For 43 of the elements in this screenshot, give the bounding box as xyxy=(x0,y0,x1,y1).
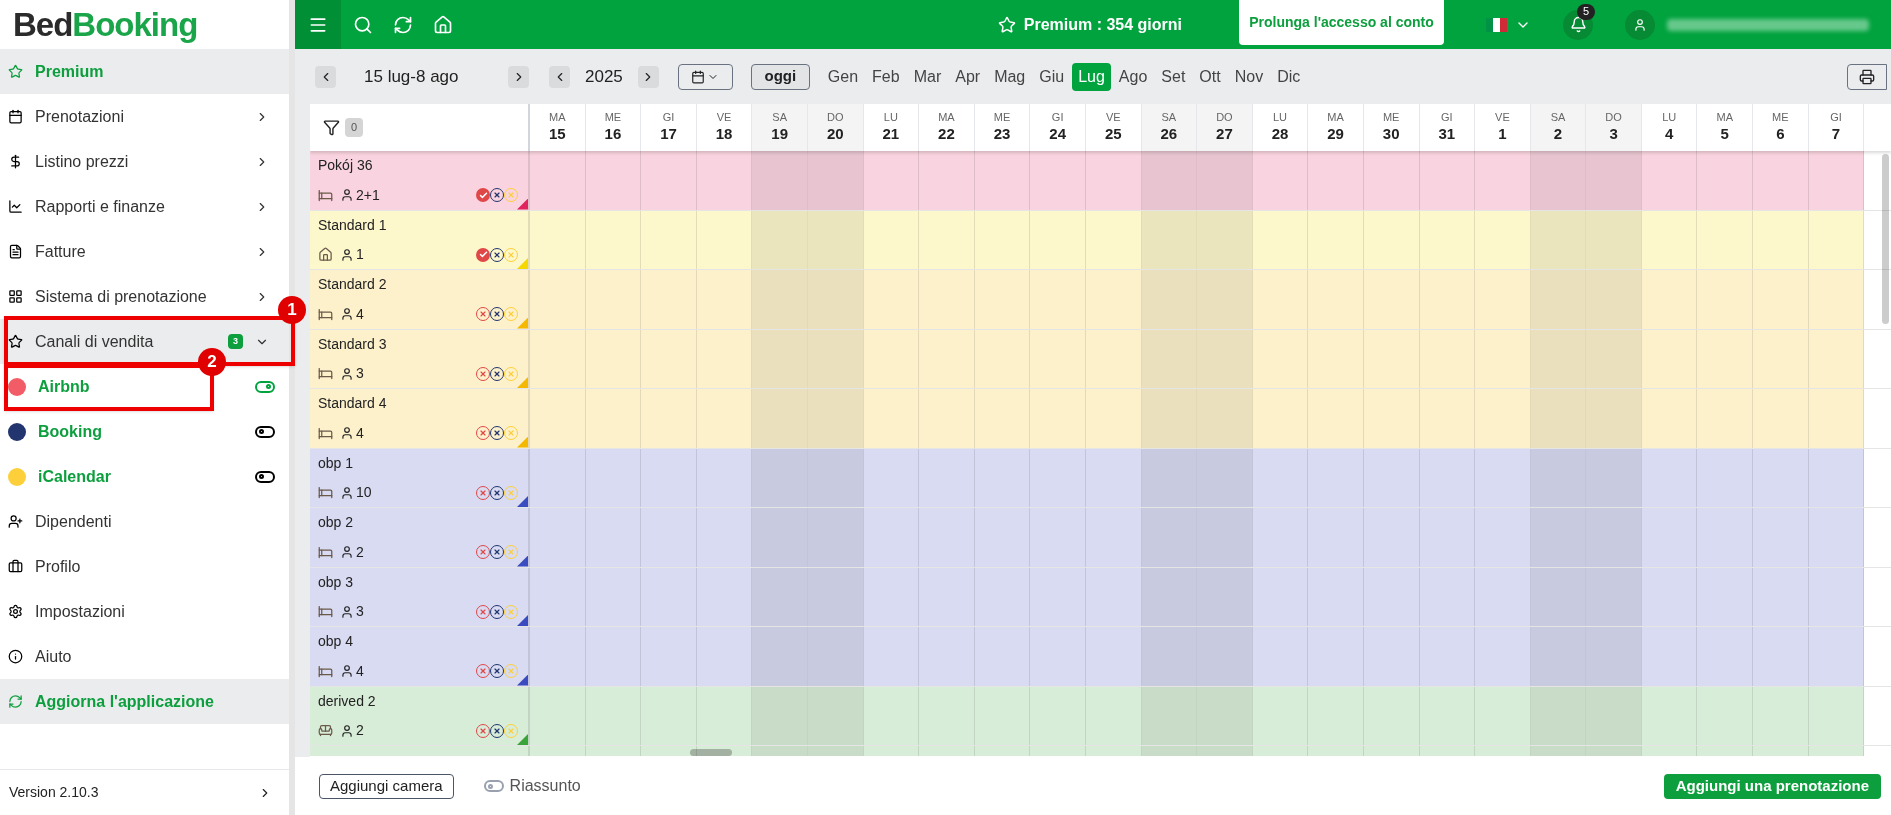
day-header: ME 23 xyxy=(974,104,1031,151)
guest-count: 4 xyxy=(356,661,364,681)
day-header: MA 22 xyxy=(919,104,975,151)
day-header: ME 6 xyxy=(1753,104,1809,151)
day-header: SA 26 xyxy=(1141,104,1198,151)
summary-label: Riassunto xyxy=(509,776,581,796)
guest-count: 2 xyxy=(356,542,364,562)
date-range: 15 lug-8 ago xyxy=(364,65,460,88)
guest-count: 2 xyxy=(356,721,364,740)
day-header: MA 15 xyxy=(530,104,586,151)
count-badge: 3 xyxy=(228,333,243,350)
day-header: VE 1 xyxy=(1475,104,1531,151)
filter-count-badge: 0 xyxy=(345,118,364,137)
day-header: SA 19 xyxy=(752,104,808,151)
day-header: GI 31 xyxy=(1419,104,1476,151)
logo: BedBooking xyxy=(13,4,198,45)
premium-status: Premium : 354 giorni xyxy=(1023,14,1182,35)
callout-number: 1 xyxy=(278,296,306,324)
day-header: GI 24 xyxy=(1030,104,1086,151)
guest-count: 4 xyxy=(356,304,364,324)
day-header: MA 5 xyxy=(1697,104,1754,151)
day-header: ME 30 xyxy=(1363,104,1420,151)
day-header: MA 29 xyxy=(1308,104,1364,151)
day-header: LU 21 xyxy=(863,104,920,151)
day-header: DO 27 xyxy=(1197,104,1253,151)
guest-count: 1 xyxy=(356,245,364,264)
day-header: SA 2 xyxy=(1530,104,1587,151)
callout-number: 2 xyxy=(198,348,226,376)
guest-count: 3 xyxy=(356,602,364,621)
day-header: DO 20 xyxy=(807,104,864,151)
day-header: GI 17 xyxy=(641,104,697,151)
guest-count: 10 xyxy=(356,483,372,502)
day-header: GI 7 xyxy=(1808,104,1865,151)
guest-count: 3 xyxy=(356,364,364,383)
year: 2025 xyxy=(585,65,623,88)
day-header: DO 3 xyxy=(1586,104,1642,151)
guest-count: 4 xyxy=(356,423,364,443)
guest-count: 2+1 xyxy=(356,185,380,205)
notification-badge: 5 xyxy=(1577,3,1595,20)
day-header: LU 4 xyxy=(1641,104,1698,151)
day-header: VE 25 xyxy=(1085,104,1142,151)
day-header: ME 16 xyxy=(585,104,642,151)
day-header: LU 28 xyxy=(1252,104,1309,151)
